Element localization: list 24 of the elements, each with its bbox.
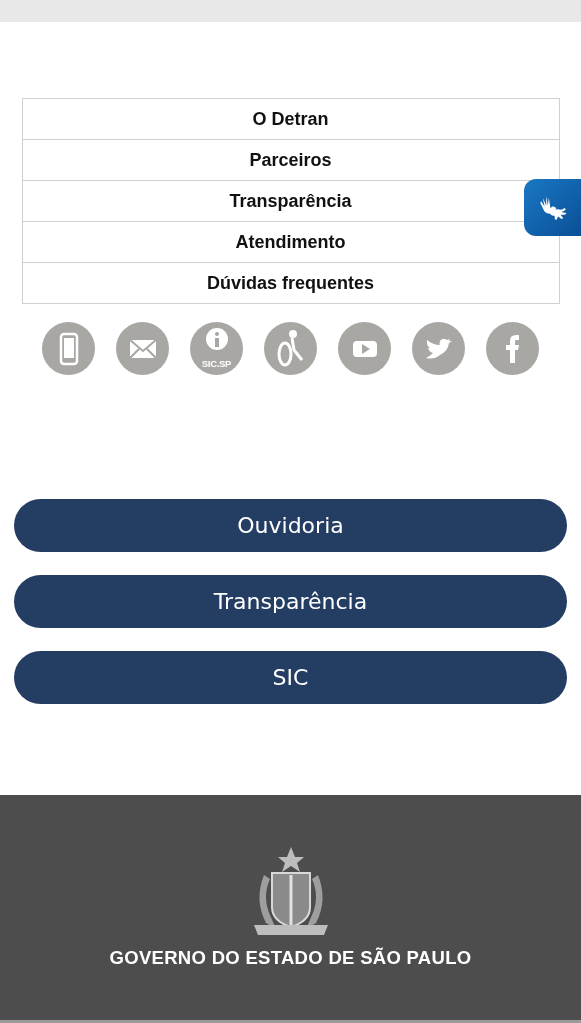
menu-item[interactable]: O Detran bbox=[22, 99, 523, 139]
link-button[interactable]: Transparência bbox=[14, 575, 567, 628]
social-link[interactable] bbox=[264, 322, 317, 375]
menu-item[interactable]: Dúvidas frequentes bbox=[22, 263, 523, 303]
footer-title: GOVERNO DO ESTADO DE SÃO PAULO bbox=[109, 947, 472, 969]
menu-item[interactable]: Transparência bbox=[22, 181, 523, 221]
sign-language-button[interactable] bbox=[524, 179, 581, 236]
bird-icon bbox=[425, 337, 452, 360]
wheelchair-icon bbox=[277, 330, 304, 367]
icon-label: SIC.SP bbox=[200, 358, 233, 369]
link-button[interactable]: SIC bbox=[14, 651, 567, 704]
play-icon bbox=[352, 340, 377, 357]
link-button[interactable]: Ouvidoria bbox=[14, 499, 567, 552]
social-link[interactable] bbox=[116, 322, 169, 375]
envelope-icon bbox=[129, 339, 156, 358]
social-link[interactable] bbox=[486, 322, 539, 375]
social-link[interactable] bbox=[412, 322, 465, 375]
info-icon bbox=[205, 327, 228, 350]
social-link[interactable] bbox=[42, 322, 95, 375]
phone-icon bbox=[58, 331, 79, 366]
menu-item[interactable]: Parceiros bbox=[22, 140, 523, 180]
menu-item[interactable]: Atendimento bbox=[22, 222, 523, 262]
social-link[interactable] bbox=[338, 322, 391, 375]
facebook-icon bbox=[506, 334, 519, 363]
